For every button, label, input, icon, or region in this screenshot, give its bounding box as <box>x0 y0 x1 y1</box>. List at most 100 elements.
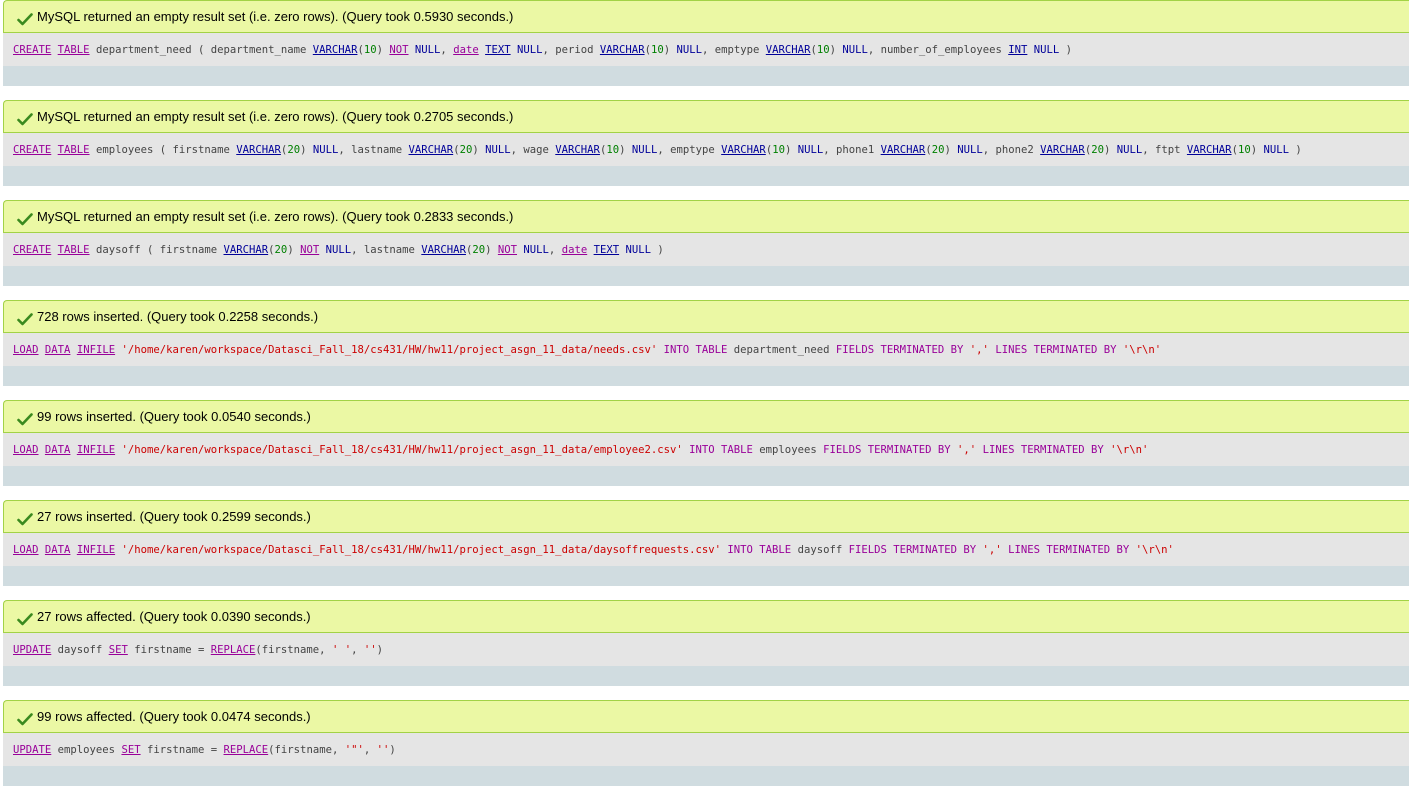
sql-keyword[interactable]: NOT <box>389 44 408 56</box>
sql-punctuation: ) <box>376 643 384 656</box>
sql-keyword[interactable]: DATA <box>45 344 71 356</box>
sql-punctuation: ) <box>389 743 396 756</box>
sql-type[interactable]: VARCHAR <box>313 44 358 56</box>
sql-type[interactable]: VARCHAR <box>600 44 645 56</box>
sql-type[interactable]: VARCHAR <box>409 144 454 156</box>
sql-keyword[interactable]: TABLE <box>58 44 90 56</box>
sql-number: 20 <box>459 143 473 156</box>
sql-string: '\r\n' <box>1122 343 1162 356</box>
query-result-block: 728 rows inserted. (Query took 0.2258 se… <box>3 300 1409 386</box>
query-result-block: MySQL returned an empty result set (i.e.… <box>3 0 1409 86</box>
sql-keyword[interactable]: TABLE <box>58 244 90 256</box>
sql-null: NULL <box>631 143 658 156</box>
sql-keyword[interactable]: UPDATE <box>13 644 51 656</box>
sql-keyword[interactable]: REPLACE <box>224 744 269 756</box>
sql-type[interactable]: VARCHAR <box>766 44 811 56</box>
sql-null: NULL <box>312 143 339 156</box>
sql-identifier: employees ( firstname <box>89 143 237 156</box>
sql-keyword[interactable]: CREATE <box>13 44 51 56</box>
sql-identifier: daysoff <box>791 543 849 556</box>
sql-identifier: employees <box>752 443 824 456</box>
sql-identifier: employees <box>51 743 122 756</box>
sql-type[interactable]: INT <box>1008 44 1027 56</box>
sql-keyword[interactable]: INFILE <box>77 344 115 356</box>
sql-punctuation: ) <box>829 43 843 56</box>
sql-keyword[interactable]: LOAD <box>13 444 39 456</box>
sql-keyword[interactable]: LOAD <box>13 544 39 556</box>
sql-punctuation: (firstname, <box>255 643 332 656</box>
sql-keyword[interactable]: CREATE <box>13 244 51 256</box>
sql-identifier: firstname = <box>140 743 224 756</box>
sql-type[interactable]: VARCHAR <box>1187 144 1232 156</box>
sql-identifier: , phone2 <box>982 143 1041 156</box>
success-message-text: MySQL returned an empty result set (i.e.… <box>37 9 514 24</box>
sql-identifier: , wage <box>510 143 556 156</box>
sql-type[interactable]: VARCHAR <box>721 144 766 156</box>
sql-number: 20 <box>287 143 301 156</box>
sql-query[interactable]: LOAD DATA INFILE '/home/karen/workspace/… <box>3 533 1409 566</box>
sql-punctuation: (firstname, <box>268 743 345 756</box>
sql-code: CREATE TABLE daysoff ( firstname VARCHAR… <box>13 244 664 256</box>
sql-identifier: , ftpt <box>1142 143 1187 156</box>
sql-keyword[interactable]: date <box>453 44 479 56</box>
sql-keyword[interactable]: date <box>562 244 588 256</box>
sql-type[interactable]: VARCHAR <box>236 144 281 156</box>
sql-type[interactable]: VARCHAR <box>224 244 269 256</box>
sql-keyword[interactable]: UPDATE <box>13 744 51 756</box>
success-message-text: MySQL returned an empty result set (i.e.… <box>37 209 514 224</box>
sql-keyword: INTO TABLE <box>689 443 753 456</box>
sql-type[interactable]: TEXT <box>485 44 511 56</box>
sql-punctuation: ) <box>376 43 390 56</box>
query-tools-bar <box>3 166 1409 186</box>
sql-keyword[interactable]: NOT <box>498 244 517 256</box>
sql-query[interactable]: LOAD DATA INFILE '/home/karen/workspace/… <box>3 433 1409 466</box>
sql-keyword[interactable]: SET <box>109 644 128 656</box>
sql-null: NULL <box>517 43 543 56</box>
sql-identifier: department_need <box>727 343 836 356</box>
sql-query[interactable]: CREATE TABLE employees ( firstname VARCH… <box>3 133 1409 166</box>
sql-keyword[interactable]: REPLACE <box>211 644 256 656</box>
check-icon <box>17 611 33 625</box>
sql-number: 10 <box>772 143 785 156</box>
sql-type[interactable]: VARCHAR <box>881 144 926 156</box>
sql-null: NULL <box>485 143 511 156</box>
sql-identifier: daysoff <box>51 643 109 656</box>
sql-keyword: FIELDS TERMINATED BY <box>848 543 977 556</box>
sql-keyword: FIELDS TERMINATED BY <box>823 443 951 456</box>
sql-query[interactable]: UPDATE employees SET firstname = REPLACE… <box>3 733 1409 766</box>
query-result-block: 99 rows affected. (Query took 0.0474 sec… <box>3 700 1409 786</box>
success-message-text: 99 rows inserted. (Query took 0.0540 sec… <box>37 409 311 424</box>
sql-type[interactable]: VARCHAR <box>555 144 600 156</box>
sql-keyword[interactable]: DATA <box>45 444 71 456</box>
sql-keyword[interactable]: SET <box>121 744 140 756</box>
sql-string: ' ' <box>331 643 352 656</box>
sql-string: '' <box>376 743 390 756</box>
sql-type[interactable]: VARCHAR <box>421 244 466 256</box>
sql-string: '"' <box>344 743 364 756</box>
sql-type[interactable]: VARCHAR <box>1040 144 1085 156</box>
sql-query[interactable]: CREATE TABLE department_need ( departmen… <box>3 33 1409 66</box>
sql-type[interactable]: TEXT <box>594 244 620 256</box>
sql-keyword[interactable]: CREATE <box>13 144 51 156</box>
sql-keyword[interactable]: INFILE <box>77 444 115 456</box>
sql-punctuation: ) <box>1103 143 1117 156</box>
sql-keyword[interactable]: NOT <box>300 244 319 256</box>
query-result-block: 27 rows affected. (Query took 0.0390 sec… <box>3 600 1409 686</box>
sql-punctuation: ) <box>472 143 486 156</box>
sql-punctuation: ) <box>663 43 677 56</box>
sql-keyword[interactable]: TABLE <box>58 144 90 156</box>
sql-query[interactable]: UPDATE daysoff SET firstname = REPLACE(f… <box>3 633 1409 666</box>
sql-identifier: daysoff ( firstname <box>89 243 224 256</box>
success-message-text: 27 rows inserted. (Query took 0.2599 sec… <box>37 509 311 524</box>
query-result-block: MySQL returned an empty result set (i.e.… <box>3 200 1409 286</box>
success-message-text: 728 rows inserted. (Query took 0.2258 se… <box>37 309 319 324</box>
sql-null: NULL <box>414 43 441 56</box>
sql-number: 20 <box>472 243 486 256</box>
sql-keyword[interactable]: INFILE <box>77 544 115 556</box>
sql-number: 10 <box>1237 143 1251 156</box>
sql-query[interactable]: CREATE TABLE daysoff ( firstname VARCHAR… <box>3 233 1409 266</box>
sql-code: LOAD DATA INFILE '/home/karen/workspace/… <box>13 444 1148 456</box>
sql-query[interactable]: LOAD DATA INFILE '/home/karen/workspace/… <box>3 333 1409 366</box>
sql-keyword[interactable]: DATA <box>45 544 71 556</box>
sql-keyword[interactable]: LOAD <box>13 344 39 356</box>
